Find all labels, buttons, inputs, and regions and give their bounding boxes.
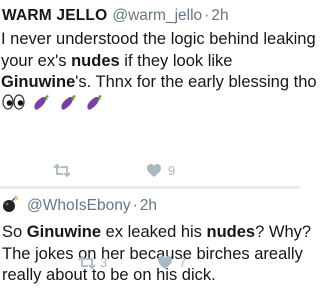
eggplant-icon [34, 95, 50, 110]
tweet-header: @WhoIsEbony · 2h [2, 196, 157, 215]
timestamp[interactable]: 2h [211, 7, 228, 24]
retweet-icon [53, 163, 71, 178]
tweet-text-line: your ex's nudes if they look like [1, 51, 299, 73]
timestamp[interactable]: 2h [140, 197, 157, 214]
text-segment: ex leaked his [101, 223, 207, 241]
bold-keyword: Ginuwine [26, 223, 102, 241]
tweet-text-line: Ginuwine's. Thnx for the early blessing … [1, 72, 317, 94]
bold-keyword: nudes [71, 51, 120, 70]
eggplant-icon [61, 95, 76, 110]
eggplant-icon [87, 95, 103, 110]
text-segment: 's. Thnx for the early blessing tho [75, 73, 317, 91]
tweet-card[interactable]: @WhoIsEbony · 2h So Ginuwine ex leaked his… [0, 189, 311, 300]
separator-dot: · [132, 197, 138, 214]
text-segment: if they look like [119, 51, 233, 70]
user-handle[interactable]: @warm_jello [112, 7, 202, 24]
text-segment: I never understood the logic behind leak… [1, 30, 316, 48]
bold-keyword: Ginuwine [1, 73, 76, 91]
bold-keyword: nudes [206, 223, 256, 241]
retweet-count: 3 [100, 255, 108, 270]
like-count: 9 [168, 163, 176, 178]
tweet-text-line: So Ginuwine ex leaked his nudes? Why? [2, 222, 311, 244]
tweet-actions: 3 7 [0, 253, 300, 273]
tweet-header: WARM JELLO @warm_jello · 2h [2, 7, 229, 25]
heart-icon [158, 256, 172, 269]
tweet-actions: 9 [0, 161, 300, 181]
text-segment: ? Why? [255, 223, 312, 241]
separator-dot: · [204, 7, 210, 24]
tweet-card[interactable]: WARM JELLO @warm_jello · 2h I never underst… [0, 0, 317, 186]
eyes-icon [2, 94, 25, 110]
text-segment: your ex's [1, 51, 72, 70]
tweet-text-line: I never understood the logic behind leak… [1, 29, 316, 51]
tweet-text: I never understood the logic behind leak… [1, 29, 317, 94]
heart-icon [147, 164, 161, 177]
like-count: 7 [179, 255, 187, 270]
retweet-icon [78, 255, 96, 270]
display-name[interactable]: WARM JELLO [2, 7, 107, 24]
text-segment: So [2, 223, 27, 241]
bomb-icon [3, 196, 19, 212]
user-handle[interactable]: @WhoIsEbony [27, 197, 131, 214]
emoji-row [2, 92, 107, 112]
